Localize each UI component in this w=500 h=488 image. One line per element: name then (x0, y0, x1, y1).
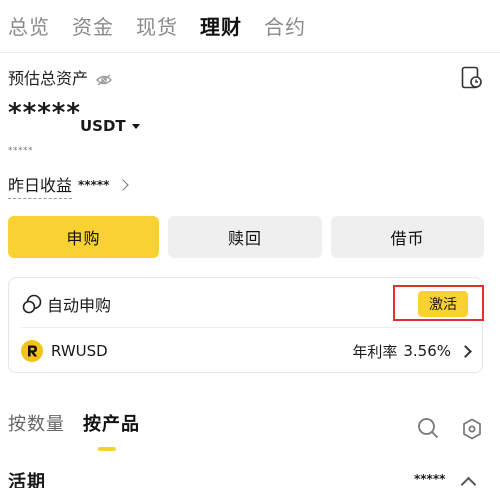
rwusd-coin-icon (21, 340, 43, 362)
top-tabs: 总览 资金 现货 理财 合约 (8, 10, 328, 40)
product-row[interactable]: RWUSD (21, 339, 108, 363)
product-name: RWUSD (51, 342, 108, 360)
tabs-divider (0, 52, 500, 53)
assets-sub-value: ***** (8, 146, 33, 156)
tab-spot[interactable]: 现货 (136, 11, 178, 40)
yesterday-earnings-label: 昨日收益 (8, 172, 73, 199)
tab-futures[interactable]: 合约 (264, 11, 306, 40)
tab-overview[interactable]: 总览 (8, 11, 50, 40)
section-value: ***** (414, 472, 446, 486)
rate-label: 年利率 (352, 342, 398, 361)
estimated-assets-label: 预估总资产 (8, 67, 112, 88)
total-assets-value: ***** (8, 98, 81, 128)
eye-off-icon[interactable] (96, 71, 112, 86)
caret-down-icon (131, 123, 140, 129)
borrow-button[interactable]: 借币 (331, 216, 484, 258)
active-tab-indicator (98, 447, 116, 451)
chevron-up-icon[interactable] (460, 476, 477, 488)
record-icon[interactable] (461, 66, 483, 90)
auto-subscribe-icon (21, 293, 43, 315)
rate-value: 3.56% (403, 342, 451, 360)
activate-button[interactable]: 激活 (418, 291, 468, 317)
chevron-right-icon (117, 179, 130, 191)
estimated-assets-text: 预估总资产 (8, 69, 89, 88)
tab-by-quantity[interactable]: 按数量 (8, 410, 65, 436)
sub-tabs: 按数量 按产品 (8, 410, 158, 436)
tab-by-product[interactable]: 按产品 (83, 410, 140, 436)
currency-selector[interactable]: USDT (80, 117, 140, 135)
tab-earn[interactable]: 理财 (200, 11, 242, 40)
auto-subscribe-label: 自动申购 (47, 296, 112, 315)
chevron-right-icon (459, 344, 472, 358)
card-divider (21, 327, 472, 328)
auto-subscribe-row: 自动申购 (21, 292, 111, 316)
currency-label: USDT (80, 117, 126, 135)
filter-icon[interactable] (462, 418, 482, 440)
redeem-button[interactable]: 赎回 (168, 216, 322, 258)
yesterday-earnings[interactable]: 昨日收益 ***** (8, 172, 130, 199)
section-title: 活期 (8, 472, 46, 488)
yesterday-earnings-value: ***** (78, 178, 110, 192)
tab-funding[interactable]: 资金 (72, 11, 114, 40)
product-rate[interactable]: 年利率 3.56% (352, 339, 472, 363)
subscribe-button[interactable]: 申购 (8, 216, 159, 258)
search-icon[interactable] (417, 417, 439, 439)
